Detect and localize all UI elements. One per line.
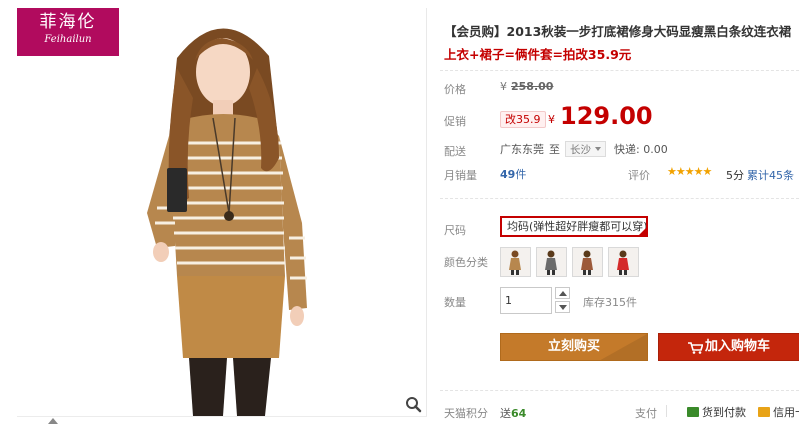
promo-label: 促销: [444, 115, 466, 128]
size-label: 尺码: [444, 224, 466, 237]
cod-icon: [687, 407, 699, 417]
brand-logo-name-en: Feihailun: [44, 34, 92, 45]
size-option-text: 均码(弹性超好胖瘦都可以穿): [507, 220, 648, 233]
zoom-icon[interactable]: [403, 395, 424, 414]
delivery-label: 配送: [444, 145, 466, 158]
star-icon: ★: [667, 165, 677, 178]
pay-credit-label: 信用卡: [773, 406, 799, 419]
rating-total-link[interactable]: 累计45条: [747, 167, 794, 183]
pay-credit-link[interactable]: 信用卡: [758, 404, 799, 420]
divider: [440, 70, 799, 71]
color-swatch-red[interactable]: [608, 247, 639, 277]
rating-label: 评价: [628, 169, 650, 182]
chevron-down-icon: [595, 147, 601, 151]
sales-count-value: 49: [500, 168, 516, 181]
cart-icon: [688, 342, 703, 354]
product-image-panel: 菲海伦 Feihailun: [17, 8, 427, 416]
brand-logo[interactable]: 菲海伦 Feihailun: [17, 8, 119, 56]
sales-count[interactable]: 49件: [500, 166, 526, 182]
sales-label: 月销量: [444, 169, 477, 182]
original-price: ¥258.00: [500, 80, 553, 93]
star-icon: ★: [702, 165, 713, 178]
star-icon: ★: [693, 165, 704, 178]
color-swatch-gray[interactable]: [536, 247, 567, 277]
promo-badge: 改35.9: [500, 111, 546, 128]
button-shade: [597, 334, 647, 360]
divider: [440, 390, 799, 391]
chevron-up-icon: [559, 291, 567, 296]
color-swatch-khaki[interactable]: [500, 247, 531, 277]
delivery-row: 广东东莞 至 长沙 快递: 0.00: [500, 141, 668, 157]
points-prefix: 送: [500, 407, 511, 420]
points-value: 送64: [500, 405, 526, 421]
promo-text: 上衣+裙子=俩件套=拍改35.9元: [444, 47, 632, 62]
divider: [440, 198, 799, 199]
product-photo[interactable]: [17, 8, 427, 416]
delivery-from: 广东东莞: [500, 143, 544, 156]
color-swatch-camel[interactable]: [572, 247, 603, 277]
quantity-decrease-button[interactable]: [555, 301, 570, 313]
color-label: 颜色分类: [444, 256, 488, 269]
points-label: 天猫积分: [444, 407, 488, 420]
product-title[interactable]: 【会员购】2013秋装一步打底裙修身大码显瘦黑白条纹连衣裙: [444, 21, 799, 40]
photo-clutch: [167, 168, 187, 212]
pay-cod-label: 货到付款: [702, 406, 746, 419]
rating-stars: ★★★★★: [667, 165, 713, 178]
shipping-fee: 快递: 0.00: [614, 143, 668, 156]
points-number: 64: [511, 407, 527, 420]
quantity-input[interactable]: 1: [500, 287, 552, 314]
chevron-down-icon: [559, 305, 567, 310]
quantity-increase-button[interactable]: [555, 287, 570, 299]
photo-skirt: [177, 276, 285, 358]
promo-price: 129.00: [560, 102, 653, 130]
size-option-selected[interactable]: 均码(弹性超好胖瘦都可以穿): [500, 216, 648, 237]
pay-cod-link[interactable]: 货到付款: [687, 404, 746, 420]
quantity-label: 数量: [444, 296, 466, 309]
city-select[interactable]: 长沙: [565, 141, 606, 157]
selected-check-icon: [639, 228, 646, 235]
credit-card-icon: [758, 407, 770, 417]
add-to-cart-label: 加入购物车: [705, 339, 771, 354]
buy-now-label: 立刻购买: [547, 339, 600, 354]
divider: [666, 405, 667, 417]
original-currency: ¥: [500, 80, 507, 93]
star-icon: ★: [684, 165, 695, 178]
add-to-cart-button[interactable]: 加入购物车: [658, 333, 799, 361]
brand-logo-name-cn: 菲海伦: [39, 12, 97, 32]
sales-count-unit: 件: [515, 168, 527, 181]
price-label: 价格: [444, 83, 466, 96]
photo-legs: [189, 358, 227, 416]
delivery-to-word: 至: [549, 143, 560, 156]
star-icon: ★: [675, 165, 686, 178]
rating-score: 5分: [726, 169, 744, 182]
payment-label: 支付: [635, 407, 657, 420]
promo-currency: ¥: [548, 113, 555, 126]
product-info-panel: 【会员购】2013秋装一步打底裙修身大码显瘦黑白条纹连衣裙 上衣+裙子=俩件套=…: [440, 0, 799, 425]
stock-text: 库存315件: [583, 296, 637, 309]
original-price-value: 258.00: [511, 80, 554, 93]
thumbnail-arrow-icon[interactable]: [48, 418, 58, 424]
thumbnail-strip: [17, 416, 427, 425]
city-select-value: 长沙: [570, 143, 591, 156]
buy-now-button[interactable]: 立刻购买: [500, 333, 648, 361]
